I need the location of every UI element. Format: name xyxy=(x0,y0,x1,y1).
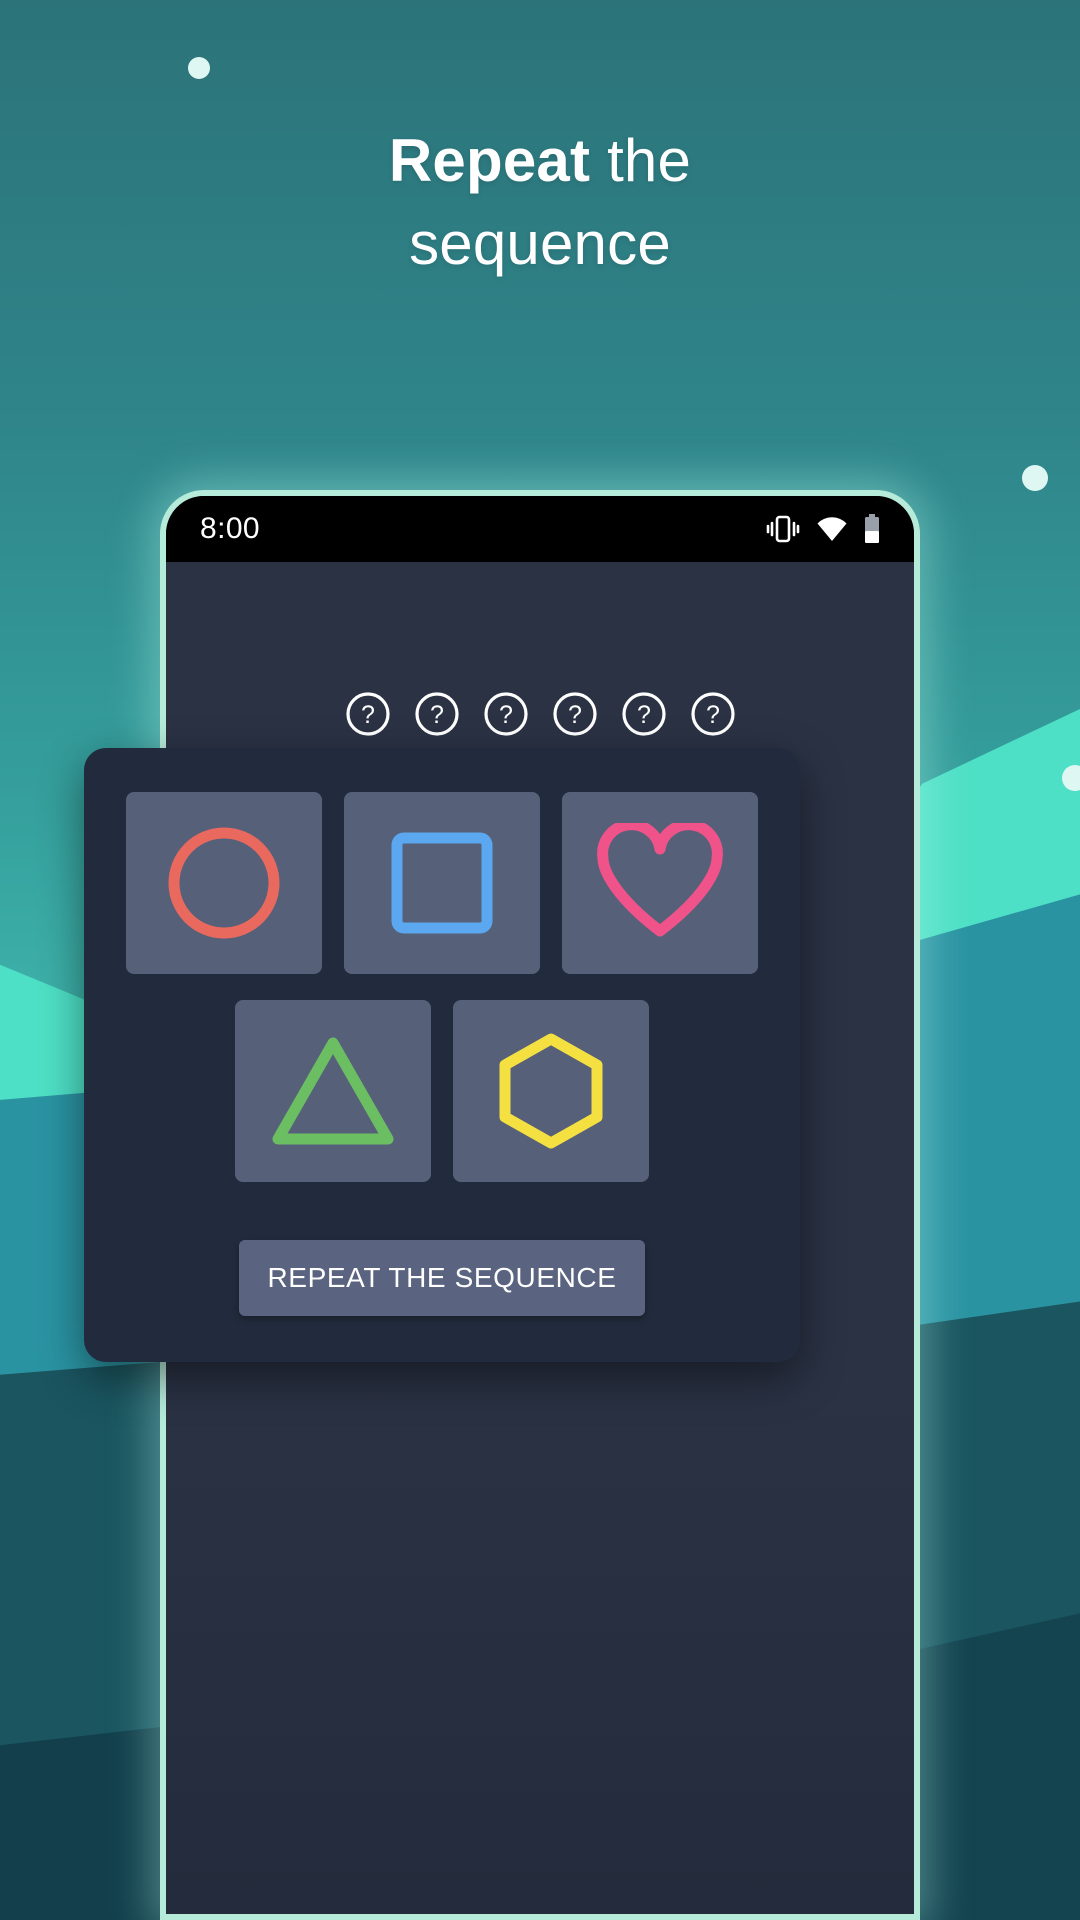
svg-text:?: ? xyxy=(361,701,375,729)
question-circle-icon: ? xyxy=(552,692,597,736)
svg-text:?: ? xyxy=(568,701,582,729)
square-icon xyxy=(391,832,493,934)
shape-tiles-row-1 xyxy=(124,792,760,974)
svg-text:?: ? xyxy=(637,701,651,729)
title-bold-word: Repeat xyxy=(388,127,591,194)
svg-text:?: ? xyxy=(706,701,720,729)
title-line-1: Repeat the xyxy=(0,120,1080,203)
shape-tile-triangle[interactable] xyxy=(235,1000,431,1182)
status-clock: 8:00 xyxy=(200,512,260,545)
shape-tiles-row-2 xyxy=(124,1000,760,1182)
question-circle-icon: ? xyxy=(483,692,528,736)
question-circle-icon: ? xyxy=(414,692,459,736)
shape-tile-heart[interactable] xyxy=(562,792,758,974)
svg-text:?: ? xyxy=(499,701,513,729)
question-circle-icon: ? xyxy=(690,692,735,736)
svg-text:?: ? xyxy=(430,701,444,729)
triangle-icon xyxy=(272,1037,394,1145)
shape-tile-square[interactable] xyxy=(344,792,540,974)
shape-tile-circle[interactable] xyxy=(126,792,322,974)
sequence-slots-row: ? ? ? ? ? ? xyxy=(166,690,914,738)
title-line-2: sequence xyxy=(409,209,671,277)
vibrate-icon xyxy=(766,515,800,543)
question-circle-icon: ? xyxy=(345,692,390,736)
decorative-dot xyxy=(1022,465,1048,491)
page-title: Repeat the sequence xyxy=(0,120,1080,286)
shape-tile-hexagon[interactable] xyxy=(453,1000,649,1182)
status-icons xyxy=(766,514,880,544)
repeat-the-sequence-button[interactable]: REPEAT THE SEQUENCE xyxy=(239,1240,645,1316)
circle-icon xyxy=(168,827,280,939)
question-circle-icon: ? xyxy=(621,692,666,736)
shape-picker-dialog: REPEAT THE SEQUENCE xyxy=(84,748,800,1362)
hexagon-icon xyxy=(499,1033,603,1149)
title-rest-line1: the xyxy=(607,127,692,194)
decorative-dot xyxy=(188,57,210,79)
heart-icon xyxy=(597,823,723,937)
battery-icon xyxy=(865,514,879,543)
cta-container: REPEAT THE SEQUENCE xyxy=(84,1240,800,1316)
wifi-icon xyxy=(817,517,847,541)
status-bar: 8:00 xyxy=(166,496,914,562)
